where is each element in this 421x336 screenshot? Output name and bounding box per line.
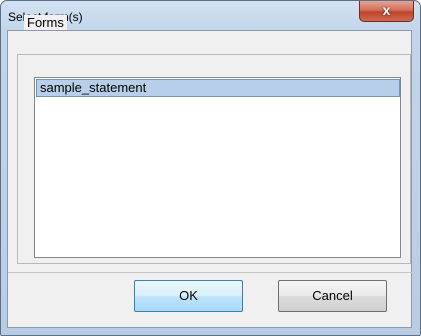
ok-button[interactable]: OK (134, 280, 243, 312)
ok-button-label: OK (179, 288, 198, 303)
cancel-button[interactable]: Cancel (278, 280, 387, 312)
list-item[interactable]: sample_statement (36, 79, 400, 97)
forms-group-label: Forms (24, 15, 67, 30)
divider (8, 272, 412, 273)
close-icon: x (382, 2, 391, 18)
cancel-button-label: Cancel (312, 288, 353, 303)
close-button[interactable]: x (359, 1, 414, 22)
forms-listbox[interactable]: sample_statement (34, 77, 401, 258)
